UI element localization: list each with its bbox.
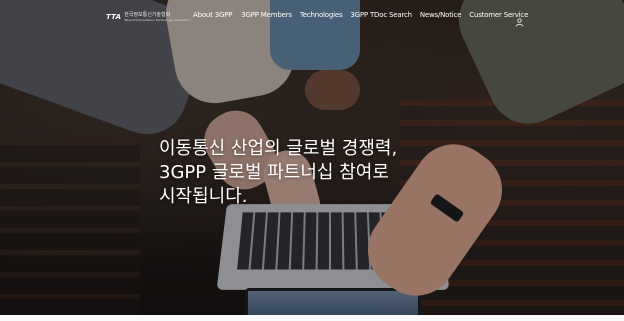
- site-header: TTA 한국정보통신기술협회 Telecommunications Techno…: [0, 0, 624, 32]
- nav-tdoc-search[interactable]: 3GPP TDoc Search: [350, 11, 412, 19]
- logo-mark: TTA: [106, 12, 122, 21]
- main-nav: About 3GPP 3GPP Members Technologies 3GP…: [193, 11, 528, 19]
- logo-org-name: 한국정보통신기술협회 Telecommunications Technology…: [124, 11, 190, 22]
- page: TTA 한국정보통신기술협회 Telecommunications Techno…: [0, 0, 624, 321]
- bottom-edge: [0, 315, 624, 321]
- hero-headline: 이동통신 산업의 글로벌 경쟁력, 3GPP 글로벌 파트너십 참여로 시작됩니…: [159, 137, 397, 209]
- headline-line-3: 시작됩니다.: [159, 186, 248, 207]
- logo-org-name-en: Telecommunications Technology Associatio…: [124, 18, 191, 22]
- nav-news-notice[interactable]: News/Notice: [420, 11, 462, 19]
- nav-3gpp-members[interactable]: 3GPP Members: [241, 11, 292, 19]
- user-icon[interactable]: [515, 12, 524, 27]
- logo-org-name-ko: 한국정보통신기술협회: [124, 12, 171, 18]
- headline-line-2: 3GPP 글로벌 파트너십 참여로: [159, 162, 389, 183]
- headline-line-1: 이동통신 산업의 글로벌 경쟁력,: [159, 138, 398, 159]
- nav-technologies[interactable]: Technologies: [300, 11, 343, 19]
- site-logo[interactable]: TTA 한국정보통신기술협회 Telecommunications Techno…: [106, 11, 191, 22]
- nav-about-3gpp[interactable]: About 3GPP: [193, 11, 232, 19]
